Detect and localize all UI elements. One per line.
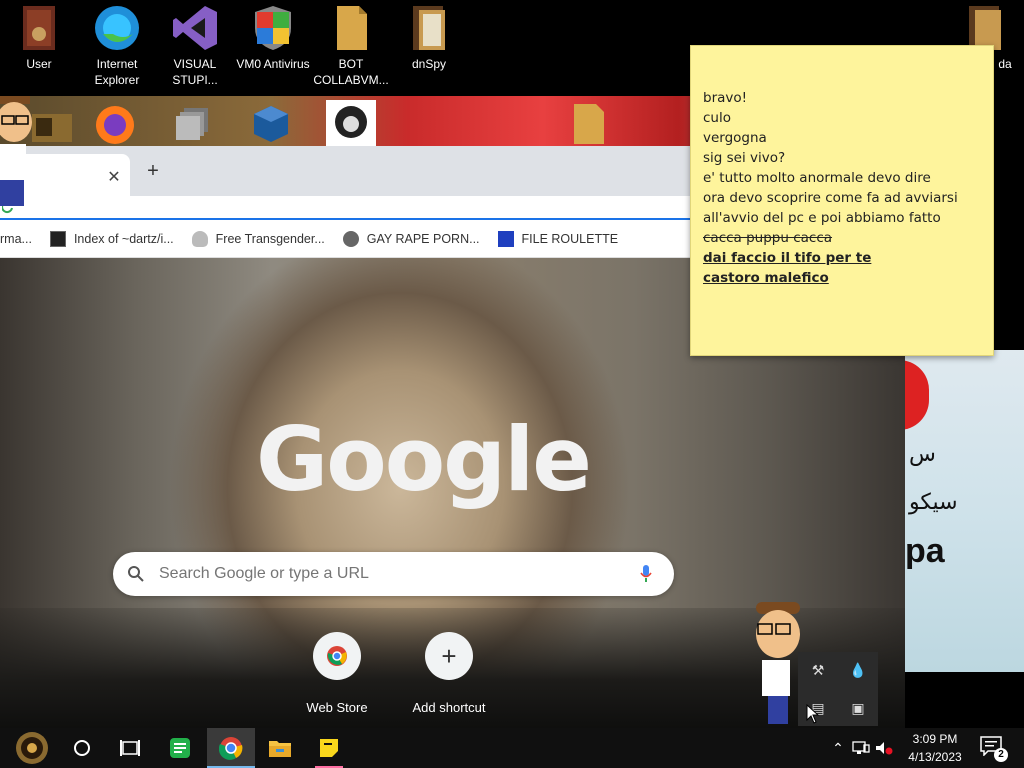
bookmark-item[interactable]: Index of ~dartz/i... bbox=[49, 230, 174, 247]
note-line-strikethrough: cacca puppu cacca bbox=[703, 230, 833, 246]
cortana-icon bbox=[74, 740, 90, 756]
wallpaper-text: سيكو bbox=[909, 490, 958, 515]
bookmark-label: Free Transgender... bbox=[215, 231, 325, 246]
note-line: vergogna bbox=[703, 130, 767, 146]
volume-muted-icon[interactable] bbox=[874, 738, 894, 758]
mft-icon bbox=[497, 230, 514, 247]
shortcut-web-store[interactable]: Web Store bbox=[287, 632, 387, 715]
firefox-icon bbox=[96, 106, 134, 144]
taskbar-app-chrome[interactable] bbox=[207, 728, 255, 768]
drop-icon[interactable]: 💧 bbox=[846, 658, 870, 682]
folder-icon bbox=[269, 741, 291, 757]
shortcut-label: Web Store bbox=[306, 700, 368, 715]
action-center-button[interactable]: 2 bbox=[980, 736, 1008, 762]
virtualbox-icon bbox=[254, 106, 288, 142]
desktop-icon-internet-explorer[interactable]: Internet Explorer bbox=[78, 4, 156, 88]
skull-icon bbox=[191, 230, 208, 247]
microphone-icon[interactable] bbox=[618, 564, 674, 584]
bookmark-label: GAY RAPE PORN... bbox=[366, 231, 480, 246]
start-logo-icon bbox=[16, 732, 48, 764]
wallpaper-text: pa bbox=[905, 532, 945, 570]
chat-icon bbox=[170, 738, 190, 758]
red-shape bbox=[905, 360, 929, 430]
portrait-icon bbox=[326, 100, 376, 146]
desktop-icon-label: Internet Explorer bbox=[94, 57, 140, 87]
desktop-icon-label: dnSpy bbox=[411, 57, 447, 71]
wrench-icon[interactable]: ⚒ bbox=[806, 658, 830, 682]
desktop-icon-label: User bbox=[26, 57, 52, 71]
bookmark-item[interactable]: FILE ROULETTE bbox=[497, 230, 619, 247]
sticky-notes-icon bbox=[320, 739, 338, 757]
shortcut-add[interactable]: + Add shortcut bbox=[399, 632, 499, 715]
file-icon bbox=[574, 104, 604, 144]
document-icon bbox=[327, 4, 375, 52]
cartoon-character bbox=[0, 96, 32, 206]
note-line-bold: dai faccio il tifo per te bbox=[703, 250, 872, 266]
search-box[interactable] bbox=[113, 552, 674, 596]
wallpaper-right: س سيكو pa bbox=[905, 350, 1024, 672]
clock-time: 3:09 PM bbox=[912, 732, 958, 746]
notification-count-badge: 2 bbox=[994, 748, 1008, 762]
chrome-icon bbox=[219, 737, 243, 760]
bookmark-label: Index of ~dartz/i... bbox=[73, 231, 174, 246]
mouse-cursor-icon bbox=[806, 704, 820, 724]
note-line: culo bbox=[703, 110, 731, 126]
visual-studio-icon bbox=[171, 4, 219, 52]
task-view-button[interactable] bbox=[106, 728, 154, 768]
windows-stack-icon bbox=[176, 108, 208, 140]
chevron-up-icon[interactable]: ⌃ bbox=[828, 738, 848, 758]
folder-icon bbox=[405, 4, 453, 52]
user-folder-icon bbox=[15, 4, 63, 52]
google-logo: Google bbox=[256, 408, 592, 511]
bookmark-label: FILE ROULETTE bbox=[521, 231, 619, 246]
note-line: bravo! bbox=[703, 90, 748, 106]
note-line: all'avvio del pc e poi abbiamo fatto bbox=[703, 210, 941, 226]
note-line: sig sei vivo? bbox=[703, 150, 786, 166]
shield-icon bbox=[249, 4, 297, 52]
globe-icon bbox=[342, 230, 359, 247]
desktop: User Internet Explorer VISUAL STUPI... V… bbox=[0, 0, 1024, 728]
task-view-icon bbox=[120, 740, 140, 756]
bookmark-item[interactable]: rma... bbox=[0, 232, 32, 246]
desktop-icon-label: BOT COLLABVM... bbox=[313, 57, 389, 87]
edge-icon bbox=[93, 4, 141, 52]
app-tray-icon[interactable]: ▣ bbox=[846, 696, 870, 720]
clock-date: 4/13/2023 bbox=[908, 750, 962, 764]
system-clock[interactable]: 3:09 PM 4/13/2023 bbox=[900, 730, 970, 766]
note-line-bold: castoro malefico bbox=[703, 270, 829, 286]
network-icon[interactable] bbox=[851, 738, 871, 758]
desktop-icon-antivirus[interactable]: VM0 Antivirus bbox=[234, 4, 312, 72]
bookmark-item[interactable]: GAY RAPE PORN... bbox=[342, 230, 480, 247]
desktop-icon-label: VISUAL STUPI... bbox=[172, 57, 218, 87]
taskbar-app-sticky-notes[interactable] bbox=[305, 728, 353, 768]
desktop-icon-label: VM0 Antivirus bbox=[236, 57, 310, 71]
desktop-icon-visual-studio[interactable]: VISUAL STUPI... bbox=[156, 4, 234, 88]
terminal-icon bbox=[49, 230, 66, 247]
desktop-icon-bot-collab[interactable]: BOT COLLABVM... bbox=[312, 4, 390, 88]
bookmark-item[interactable]: Free Transgender... bbox=[191, 230, 325, 247]
sticky-note[interactable]: bravo! culo vergogna sig sei vivo? e' tu… bbox=[690, 45, 994, 356]
new-tab-button[interactable]: + bbox=[142, 160, 164, 182]
desktop-icon-dnspy[interactable]: dnSpy bbox=[390, 4, 468, 72]
taskbar-app-messages[interactable] bbox=[156, 728, 204, 768]
wallpaper-text: س bbox=[909, 442, 936, 467]
start-button[interactable] bbox=[8, 728, 56, 768]
bookmark-label: rma... bbox=[0, 231, 32, 246]
search-button[interactable] bbox=[58, 728, 106, 768]
search-icon bbox=[113, 552, 159, 596]
chrome-web-store-icon bbox=[313, 632, 361, 680]
search-input[interactable] bbox=[159, 565, 618, 583]
taskbar-app-file-explorer[interactable] bbox=[256, 728, 304, 768]
plus-icon: + bbox=[425, 632, 473, 680]
note-line: e' tutto molto anormale devo dire bbox=[703, 170, 931, 186]
desktop-icon-user[interactable]: User bbox=[0, 4, 78, 72]
note-line: ora devo scoprire come fa ad avviarsi bbox=[703, 190, 958, 206]
close-icon[interactable]: ✕ bbox=[104, 168, 124, 188]
shortcut-label: Add shortcut bbox=[412, 700, 486, 715]
taskbar: ⌃ 3:09 PM 4/13/2023 2 bbox=[0, 728, 1024, 768]
